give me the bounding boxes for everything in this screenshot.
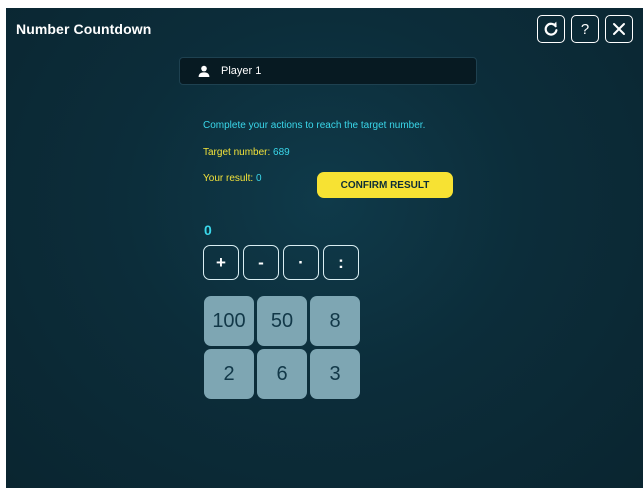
minus-button[interactable]: - (243, 245, 279, 280)
target-number: Target number: 689 (203, 147, 290, 158)
help-icon: ? (580, 20, 590, 38)
your-result: Your result: 0 (203, 173, 262, 184)
result-value: 0 (256, 173, 262, 184)
result-label: Your result: (203, 173, 254, 184)
current-value: 0 (204, 222, 212, 238)
number-tile[interactable]: 50 (257, 296, 307, 346)
close-button[interactable] (605, 15, 633, 43)
close-icon (613, 23, 625, 35)
user-icon (198, 64, 212, 78)
help-button[interactable]: ? (571, 15, 599, 43)
player-bar: Player 1 (179, 57, 477, 85)
target-label: Target number: (203, 147, 271, 158)
app-title: Number Countdown (16, 21, 152, 37)
plus-button[interactable]: + (203, 245, 239, 280)
multiply-button[interactable]: · (283, 245, 319, 280)
restart-icon (544, 21, 558, 36)
instruction-text: Complete your actions to reach the targe… (203, 120, 426, 131)
number-tile[interactable]: 8 (310, 296, 360, 346)
number-tile[interactable]: 6 (257, 349, 307, 399)
number-tile[interactable]: 2 (204, 349, 254, 399)
game-window: Number Countdown ? Player 1 Complete you… (6, 8, 643, 488)
target-value: 689 (273, 147, 290, 158)
confirm-result-button[interactable]: CONFIRM RESULT (317, 172, 453, 198)
player-name: Player 1 (221, 65, 262, 77)
restart-button[interactable] (537, 15, 565, 43)
number-tile[interactable]: 100 (204, 296, 254, 346)
divide-button[interactable]: : (323, 245, 359, 280)
number-tile[interactable]: 3 (310, 349, 360, 399)
